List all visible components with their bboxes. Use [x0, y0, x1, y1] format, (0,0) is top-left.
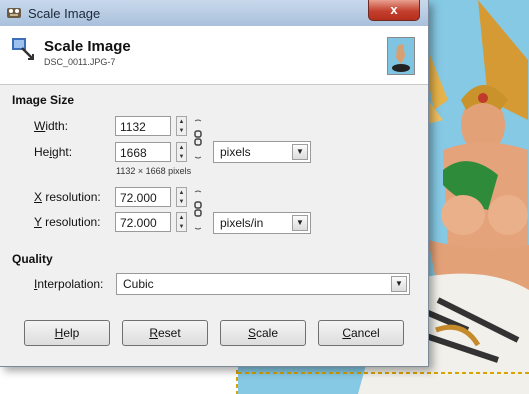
- spin-down-icon: ▼: [178, 154, 185, 160]
- image-size-heading: Image Size: [12, 93, 75, 107]
- y-resolution-input[interactable]: 72.000: [115, 212, 171, 232]
- interpolation-label: Interpolation:: [34, 277, 104, 291]
- dialog-header: Scale Image DSC_0011.JPG-7: [0, 26, 428, 85]
- height-spinner[interactable]: ▲ ▼: [176, 142, 187, 162]
- width-input[interactable]: 1132: [115, 116, 171, 136]
- dropdown-arrow-icon: ▼: [391, 276, 407, 292]
- spin-down-icon: ▼: [178, 128, 185, 134]
- titlebar[interactable]: Scale Image x: [0, 0, 428, 26]
- dropdown-arrow-icon: ▼: [292, 144, 308, 160]
- scale-tool-icon: [12, 38, 34, 60]
- x-resolution-label: X resolution:: [34, 190, 101, 204]
- width-spinner[interactable]: ▲ ▼: [176, 116, 187, 136]
- spin-up-icon: ▲: [178, 215, 185, 221]
- size-unit-select[interactable]: pixels ▼: [213, 141, 311, 163]
- size-note: 1132 × 1668 pixels: [116, 166, 192, 176]
- close-button[interactable]: x: [368, 0, 420, 21]
- y-resolution-spinner[interactable]: ▲ ▼: [176, 212, 187, 232]
- dropdown-arrow-icon: ▼: [292, 215, 308, 231]
- chain-link-icon[interactable]: [193, 190, 203, 230]
- height-input[interactable]: 1668: [115, 142, 171, 162]
- image-thumbnail-icon: [387, 37, 415, 75]
- x-resolution-input[interactable]: 72.000: [115, 187, 171, 207]
- reset-button[interactable]: Reset: [122, 320, 208, 346]
- interpolation-select[interactable]: Cubic ▼: [116, 273, 410, 295]
- scale-button[interactable]: Scale: [220, 320, 306, 346]
- spin-up-icon: ▲: [178, 119, 185, 125]
- x-resolution-spinner[interactable]: ▲ ▼: [176, 187, 187, 207]
- y-resolution-label: Y resolution:: [34, 215, 101, 229]
- gimp-app-icon: [7, 8, 21, 18]
- width-label: Width:: [34, 119, 69, 133]
- help-button[interactable]: Help: [24, 320, 110, 346]
- size-unit-value: pixels: [220, 145, 251, 159]
- cancel-button[interactable]: Cancel: [318, 320, 404, 346]
- quality-heading: Quality: [12, 252, 53, 266]
- image-filename: DSC_0011.JPG-7: [44, 57, 116, 67]
- resolution-unit-value: pixels/in: [220, 216, 264, 230]
- spin-down-icon: ▼: [178, 199, 185, 205]
- spin-down-icon: ▼: [178, 224, 185, 230]
- resolution-unit-select[interactable]: pixels/in ▼: [213, 212, 311, 234]
- height-label: Height:: [34, 145, 73, 159]
- spin-up-icon: ▲: [178, 190, 185, 196]
- spin-up-icon: ▲: [178, 145, 185, 151]
- dialog-title: Scale Image: [44, 38, 131, 55]
- interpolation-value: Cubic: [123, 277, 154, 291]
- window-title: Scale Image: [28, 6, 101, 21]
- chain-link-icon[interactable]: [193, 119, 203, 159]
- canvas-guide-horizontal: [238, 372, 529, 374]
- scale-image-dialog: Scale Image x Scale Image DSC_0011.JPG-7…: [0, 0, 429, 367]
